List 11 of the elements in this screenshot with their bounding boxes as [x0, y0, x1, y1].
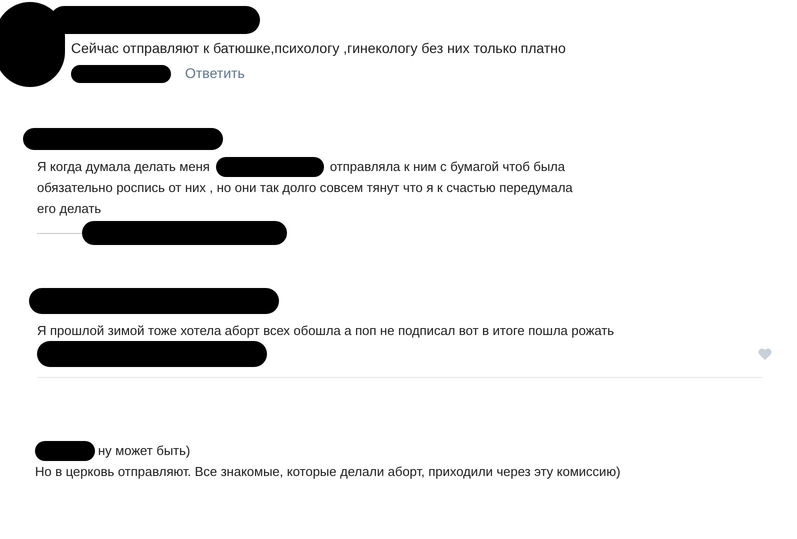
- comment-text: Я когда думала делать меня: [37, 158, 210, 176]
- comment-text: обязательно роспись от них , но они так долго совсем тянут что я к счастью передумала: [37, 179, 573, 197]
- comment-text: Сейчас отправляют к батюшке,психологу ,гинекологу без них только платно: [71, 39, 566, 58]
- comment-text: Но в церковь отправляют. Все знакомые, которые делали аборт, приходили через эту комиссию): [35, 463, 622, 481]
- comment-text: отправляла к ним с бумагой чтоб была: [330, 158, 566, 176]
- heart-icon[interactable]: [758, 348, 772, 360]
- comment-text: его делать: [37, 200, 102, 218]
- comment-text: ну может быть): [98, 442, 190, 460]
- reply-link[interactable]: Ответить: [185, 63, 245, 84]
- redaction-mark: [35, 441, 95, 461]
- comment-text: Я прошлой зимой тоже хотела аборт всех обошла а поп не подписал вот в итоге пошла рожать: [37, 322, 616, 340]
